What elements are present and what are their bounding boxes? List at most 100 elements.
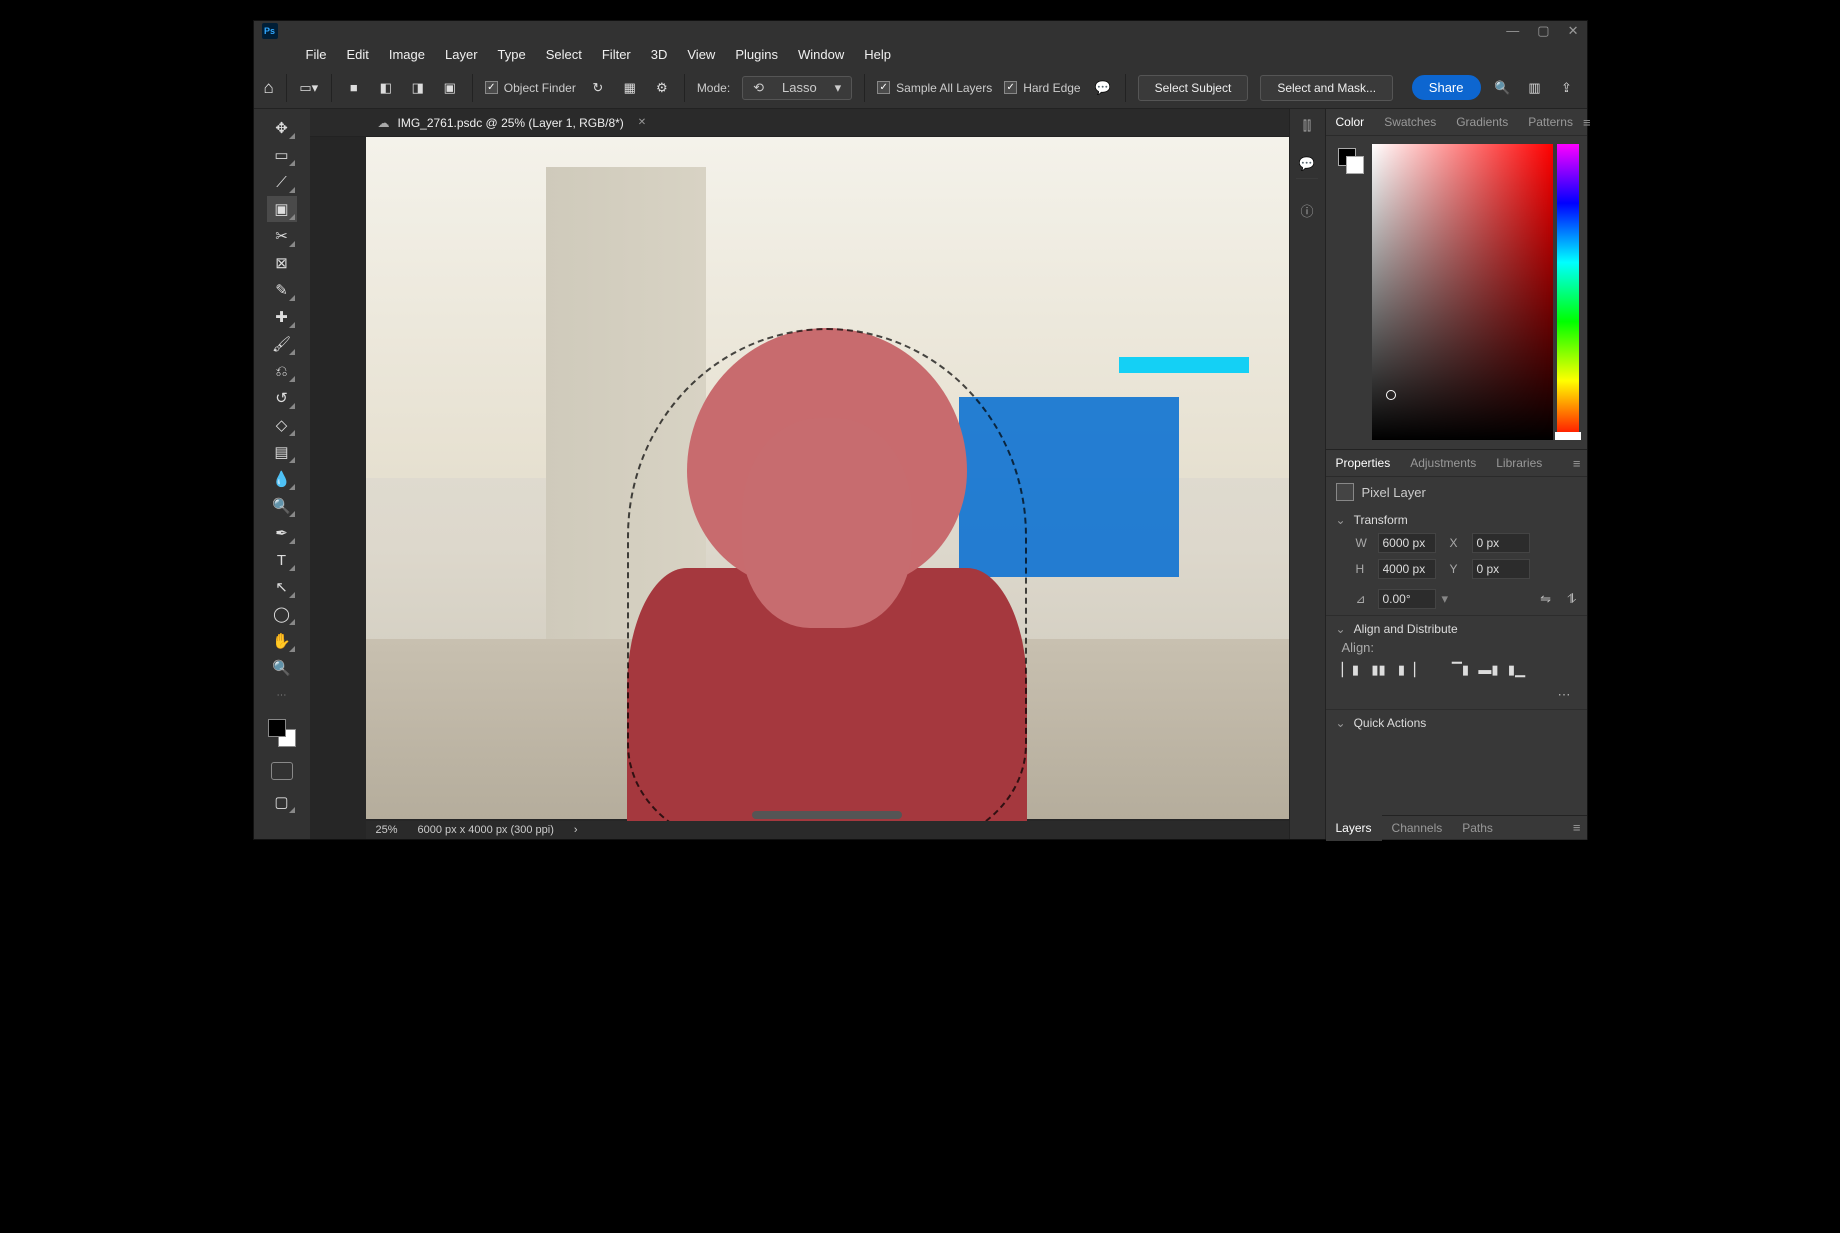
close-tab-icon[interactable]: ✕ (638, 117, 646, 128)
menu-plugins[interactable]: Plugins (727, 43, 786, 66)
workspace-icon[interactable]: ▥ (1525, 78, 1545, 98)
mode-dropdown[interactable]: ⟲ Lasso ▾ (742, 76, 852, 100)
gradient-tool[interactable]: ▤ (267, 439, 297, 465)
selection-intersect-icon[interactable]: ▣ (440, 78, 460, 98)
selection-new-icon[interactable]: ■ (344, 78, 364, 98)
tab-color[interactable]: Color (1326, 109, 1375, 135)
select-and-mask-button[interactable]: Select and Mask... (1260, 75, 1393, 101)
sample-all-checkbox[interactable]: ✓ Sample All Layers (877, 81, 992, 95)
flip-vertical-icon[interactable]: ⥮ (1567, 591, 1576, 607)
comments-icon[interactable]: 💬 (1296, 157, 1318, 179)
dodge-tool[interactable]: 🔍 (267, 493, 297, 519)
menu-image[interactable]: Image (381, 43, 433, 66)
align-hcenter-icon[interactable]: ▮▮ (1370, 661, 1388, 679)
history-brush-tool[interactable]: ↺ (267, 385, 297, 411)
color-hue-slider[interactable] (1557, 144, 1579, 440)
height-input[interactable] (1378, 559, 1436, 579)
refresh-icon[interactable]: ↻ (588, 78, 608, 98)
tab-adjustments[interactable]: Adjustments (1400, 450, 1486, 476)
align-top-icon[interactable]: ▔▮ (1452, 661, 1470, 679)
tab-libraries[interactable]: Libraries (1486, 450, 1552, 476)
menu-window[interactable]: Window (790, 43, 852, 66)
window-maximize[interactable]: ▢ (1537, 23, 1549, 39)
tab-patterns[interactable]: Patterns (1518, 109, 1583, 135)
chevron-down-icon[interactable]: ⌄ (1336, 716, 1346, 730)
horizontal-scrollbar[interactable] (366, 809, 1289, 821)
healing-brush-tool[interactable]: ✚ (267, 304, 297, 330)
y-input[interactable] (1472, 559, 1530, 579)
menu-help[interactable]: Help (856, 43, 899, 66)
frame-tool[interactable]: ⊠ (267, 250, 297, 276)
hand-tool[interactable]: ✋ (267, 628, 297, 654)
align-left-icon[interactable]: ▏▮ (1342, 661, 1360, 679)
search-icon[interactable]: 🔍 (1493, 78, 1513, 98)
eyedropper-tool[interactable]: ✎ (267, 277, 297, 303)
edit-toolbar[interactable]: ⋯ (267, 682, 297, 708)
gear-icon[interactable]: ⚙ (652, 78, 672, 98)
menu-3d[interactable]: 3D (643, 43, 676, 66)
menu-file[interactable]: File (298, 43, 335, 66)
type-tool[interactable]: T (267, 547, 297, 573)
more-options-icon[interactable]: ⋯ (1336, 685, 1577, 703)
object-finder-checkbox[interactable]: ✓ Object Finder (485, 81, 576, 95)
chevron-down-icon[interactable]: ▾ (1442, 591, 1449, 607)
selection-subtract-icon[interactable]: ◨ (408, 78, 428, 98)
foreground-background-swatch[interactable] (268, 719, 296, 747)
home-icon[interactable]: ⌂ (264, 78, 274, 98)
panel-menu-icon[interactable]: ≡ (1573, 456, 1581, 471)
zoom-tool[interactable]: 🔍 (267, 655, 297, 681)
tab-swatches[interactable]: Swatches (1374, 109, 1446, 135)
window-close[interactable]: ✕ (1568, 23, 1579, 39)
export-icon[interactable]: ⇪ (1557, 78, 1577, 98)
brush-tool[interactable]: 🖌 (267, 331, 297, 357)
status-caret-icon[interactable]: › (574, 824, 578, 836)
color-saturation-field[interactable] (1372, 144, 1553, 440)
menu-select[interactable]: Select (538, 43, 590, 66)
zoom-level[interactable]: 25% (376, 824, 398, 836)
canvas[interactable] (366, 137, 1289, 819)
object-selection-tool[interactable]: ▣ (267, 196, 297, 222)
clone-stamp-tool[interactable]: ⎌ (267, 358, 297, 384)
marquee-tool[interactable]: ▭ (267, 142, 297, 168)
tool-preset-icon[interactable]: ▭▾ (299, 78, 319, 98)
menu-type[interactable]: Type (490, 43, 534, 66)
eraser-tool[interactable]: ◇ (267, 412, 297, 438)
tab-channels[interactable]: Channels (1382, 815, 1453, 841)
shape-tool[interactable]: ◯ (267, 601, 297, 627)
show-overlay-icon[interactable]: ▦ (620, 78, 640, 98)
quick-mask-toggle[interactable] (271, 762, 293, 780)
panel-menu-icon[interactable]: ≡ (1573, 820, 1581, 835)
hard-edge-checkbox[interactable]: ✓ Hard Edge (1004, 81, 1080, 95)
x-input[interactable] (1472, 533, 1530, 553)
pen-tool[interactable]: ✒ (267, 520, 297, 546)
document-tab[interactable]: ☁ IMG_2761.psdc @ 25% (Layer 1, RGB/8*) … (368, 110, 657, 136)
menu-edit[interactable]: Edit (338, 43, 376, 66)
select-subject-button[interactable]: Select Subject (1138, 75, 1249, 101)
tab-paths[interactable]: Paths (1452, 815, 1503, 841)
flip-horizontal-icon[interactable]: ⇋ (1540, 591, 1551, 607)
align-vcenter-icon[interactable]: ▬▮ (1480, 661, 1498, 679)
chevron-down-icon[interactable]: ⌄ (1336, 513, 1346, 527)
color-fg-bg-swatch[interactable] (1338, 148, 1364, 174)
panel-menu-icon[interactable]: ≡ (1583, 115, 1591, 130)
menu-view[interactable]: View (679, 43, 723, 66)
align-right-icon[interactable]: ▮▕ (1398, 661, 1416, 679)
crop-tool[interactable]: ✂ (267, 223, 297, 249)
lasso-tool[interactable]: ⟋ (267, 169, 297, 195)
menu-layer[interactable]: Layer (437, 43, 486, 66)
chevron-down-icon[interactable]: ⌄ (1336, 622, 1346, 636)
feedback-icon[interactable]: 💬 (1093, 78, 1113, 98)
width-input[interactable] (1378, 533, 1436, 553)
menu-filter[interactable]: Filter (594, 43, 639, 66)
tab-gradients[interactable]: Gradients (1446, 109, 1518, 135)
selection-add-icon[interactable]: ◧ (376, 78, 396, 98)
screen-mode[interactable]: ▢ (267, 789, 297, 815)
move-tool[interactable]: ✥ (267, 115, 297, 141)
align-bottom-icon[interactable]: ▮▁ (1508, 661, 1526, 679)
blur-tool[interactable]: 💧 (267, 466, 297, 492)
window-minimize[interactable]: — (1506, 23, 1519, 39)
tab-properties[interactable]: Properties (1326, 450, 1401, 476)
info-icon[interactable]: ⓘ (1296, 199, 1318, 221)
histogram-icon[interactable]: ⫿⫿ (1296, 115, 1318, 137)
tab-layers[interactable]: Layers (1326, 815, 1382, 841)
